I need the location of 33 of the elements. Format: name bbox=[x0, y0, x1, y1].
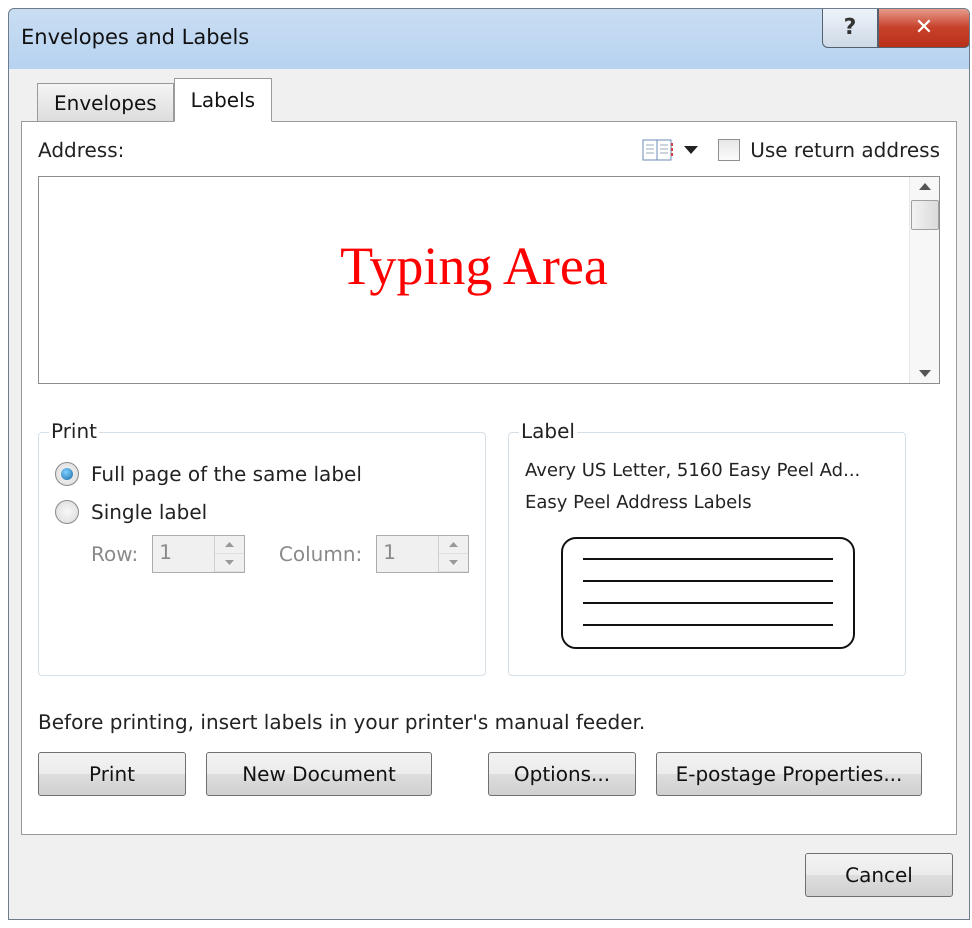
scrollbar[interactable] bbox=[909, 177, 939, 383]
radio-button[interactable] bbox=[55, 500, 79, 524]
dropdown-caret-icon[interactable] bbox=[684, 146, 698, 154]
scroll-thumb[interactable] bbox=[910, 200, 938, 230]
radio-label: Full page of the same label bbox=[91, 462, 362, 486]
dialog-button[interactable]: E-postage Properties... bbox=[656, 752, 922, 796]
checkbox-label: Use return address bbox=[750, 138, 940, 162]
help-button[interactable]: ? bbox=[822, 9, 878, 48]
close-button[interactable]: ✕ bbox=[878, 9, 969, 48]
address-text: Typing Area bbox=[340, 235, 608, 298]
checkbox[interactable] bbox=[718, 139, 740, 161]
instruction-text: Before printing, insert labels in your printer's manual feeder. bbox=[38, 710, 646, 734]
spin-up-icon[interactable] bbox=[225, 542, 234, 547]
spin-label: Row: bbox=[91, 542, 138, 566]
scroll-up-icon[interactable] bbox=[918, 183, 930, 190]
scroll-down-icon[interactable] bbox=[918, 370, 930, 377]
label-description: Easy Peel Address Labels bbox=[525, 491, 752, 515]
spin-down-icon[interactable] bbox=[449, 560, 458, 565]
radio-label: Single label bbox=[91, 500, 208, 524]
radio-button[interactable] bbox=[55, 462, 79, 486]
spin-label: Column: bbox=[278, 542, 362, 566]
dialog-button[interactable]: New Document bbox=[206, 752, 432, 796]
tab[interactable]: Envelopes bbox=[37, 83, 174, 121]
label-description: Avery US Letter, 5160 Easy Peel Ad... bbox=[525, 459, 860, 483]
dialog-button[interactable]: Options... bbox=[488, 752, 636, 796]
window-title: Envelopes and Labels bbox=[21, 25, 250, 49]
tab[interactable]: Labels bbox=[174, 78, 272, 122]
spin-up-icon[interactable] bbox=[449, 542, 458, 547]
dialog-button[interactable]: Print bbox=[38, 752, 186, 796]
address-field[interactable]: Typing Area bbox=[38, 176, 940, 384]
spin-down-icon[interactable] bbox=[225, 560, 234, 565]
cancel-button[interactable]: Cancel bbox=[805, 853, 953, 897]
address-label: Address: bbox=[38, 138, 124, 162]
